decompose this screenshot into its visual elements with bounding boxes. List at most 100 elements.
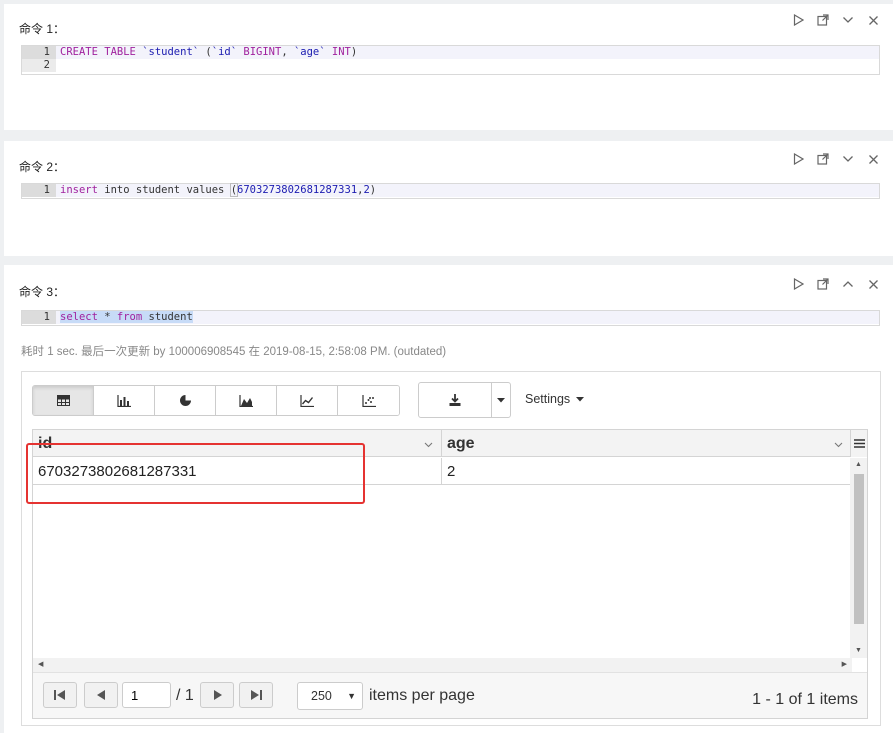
execution-meta: 耗时 1 sec. 最后一次更新 by 100006908545 在 2019-… [21,346,447,358]
download-button[interactable] [419,383,492,417]
chevron-down-icon[interactable] [834,430,843,457]
line-number: 1 [22,311,56,324]
code-token: 6703273802681287331 [237,184,358,196]
code-editor[interactable]: 1 insert into student values (67032738026… [21,183,880,199]
paragraph-title: 命令 2： [19,160,66,174]
paragraph-1: 命令 1： 1 CREATE TABLE `student` (`id` BIGI… [4,4,893,130]
paragraph-3: 命令 3： 1 select * from student 耗时 1 sec. 最… [4,265,893,733]
code-line[interactable]: 1 select * from student [22,311,879,324]
hamburger-icon [853,439,865,448]
open-external-icon[interactable] [817,278,829,290]
item-count: 1 - 1 of 1 items [752,691,858,708]
scatter-chart-button[interactable] [338,386,399,415]
paragraph-controls [792,14,879,26]
grid-header: id age [33,430,852,457]
table-cell[interactable]: 2 [442,458,852,485]
page-total: / 1 [176,687,194,704]
pie-chart-icon [179,394,192,406]
caret-down-icon: ▼ [347,691,356,701]
scrollbar-thumb[interactable] [854,474,864,624]
bar-chart-icon [117,394,131,407]
line-number: 2 [22,59,56,72]
code-line[interactable]: 1 CREATE TABLE `student` (`id` BIGINT, `a… [22,46,879,59]
code-line[interactable]: 1 insert into student values (67032738026… [22,183,879,197]
grid-menu-button[interactable] [850,430,867,457]
code-token: BIGINT [237,46,282,58]
table-row: 6703273802681287331 2 [33,458,852,485]
chevron-down-icon[interactable] [424,430,433,457]
paragraph-title: 命令 1： [19,22,66,36]
code-token: into student values [97,184,231,196]
scroll-down-icon[interactable]: ▼ [850,644,867,658]
close-icon[interactable] [867,278,879,290]
code-token: `age` [293,46,326,58]
scroll-right-icon[interactable]: ▶ [842,660,847,668]
vertical-scrollbar[interactable]: ▲ ▼ [850,458,867,658]
caret-down-icon [497,397,505,402]
scroll-up-icon[interactable]: ▲ [850,458,867,472]
download-button-group [418,382,511,418]
pie-chart-button[interactable] [155,386,216,415]
run-icon[interactable] [792,14,804,26]
column-header-label: id [38,435,53,452]
line-chart-button[interactable] [277,386,338,415]
column-header-label: age [447,435,475,452]
page-size-label: items per page [369,687,475,704]
line-number: 1 [22,46,56,59]
code-token: from [116,311,143,323]
chevron-down-icon[interactable] [842,14,854,26]
code-line[interactable]: 2 [22,59,879,72]
chevron-down-icon[interactable] [842,153,854,165]
open-external-icon[interactable] [817,153,829,165]
next-page-icon [213,690,222,700]
table-cell[interactable]: 6703273802681287331 [33,458,442,485]
code-token: CREATE TABLE [60,46,143,58]
prev-page-button[interactable] [84,682,118,708]
area-chart-button[interactable] [216,386,277,415]
last-page-button[interactable] [239,682,273,708]
horizontal-scrollbar[interactable]: ◀ ▶ [33,658,852,672]
line-chart-icon [300,394,314,407]
pagination-bar: / 1 250 ▼ items per page 1 - 1 of 1 item… [33,672,867,718]
page-number-input[interactable] [122,682,171,708]
scroll-left-icon[interactable]: ◀ [38,660,43,668]
next-page-button[interactable] [200,682,234,708]
page-size-select[interactable]: 250 ▼ [297,682,363,710]
code-token: `student` [142,46,200,58]
code-token: , [281,46,294,58]
close-icon[interactable] [867,14,879,26]
chevron-up-icon[interactable] [842,278,854,290]
prev-page-icon [96,690,105,700]
run-icon[interactable] [792,278,804,290]
code-token: select [60,311,98,323]
code-token: ) [369,184,377,196]
code-text: insert into student values (670327380268… [56,183,879,197]
code-text: CREATE TABLE `student` (`id` BIGINT, `ag… [56,46,879,59]
result-grid: id age 6703273802681287331 2 ▲ ▼ ◀ ▶ 1 /… [32,429,868,719]
code-editor[interactable]: 1 select * from student [21,310,880,326]
first-page-icon [54,690,65,700]
column-header-id[interactable]: id [33,430,442,457]
first-page-button[interactable] [43,682,77,708]
code-token: student [142,311,193,323]
run-icon[interactable] [792,153,804,165]
code-text: select * from student [56,311,879,324]
code-token: ( [199,46,212,58]
last-page-icon [251,690,262,700]
settings-dropdown[interactable]: Settings [525,392,584,406]
settings-label: Settings [525,392,571,406]
result-panel: Settings id age 6703273802681287331 2 ▲ … [21,371,881,726]
paragraph-2: 命令 2： 1 insert into student values (67032… [4,141,893,256]
area-chart-icon [239,394,253,407]
scatter-chart-icon [361,394,376,407]
open-external-icon[interactable] [817,14,829,26]
caret-down-icon [575,397,584,402]
table-view-button[interactable] [33,386,94,415]
code-editor[interactable]: 1 CREATE TABLE `student` (`id` BIGINT, `a… [21,45,880,75]
bar-chart-button[interactable] [94,386,155,415]
download-dropdown-button[interactable] [492,383,510,417]
close-icon[interactable] [867,153,879,165]
paragraph-title: 命令 3： [19,285,66,299]
column-header-age[interactable]: age [442,430,852,457]
